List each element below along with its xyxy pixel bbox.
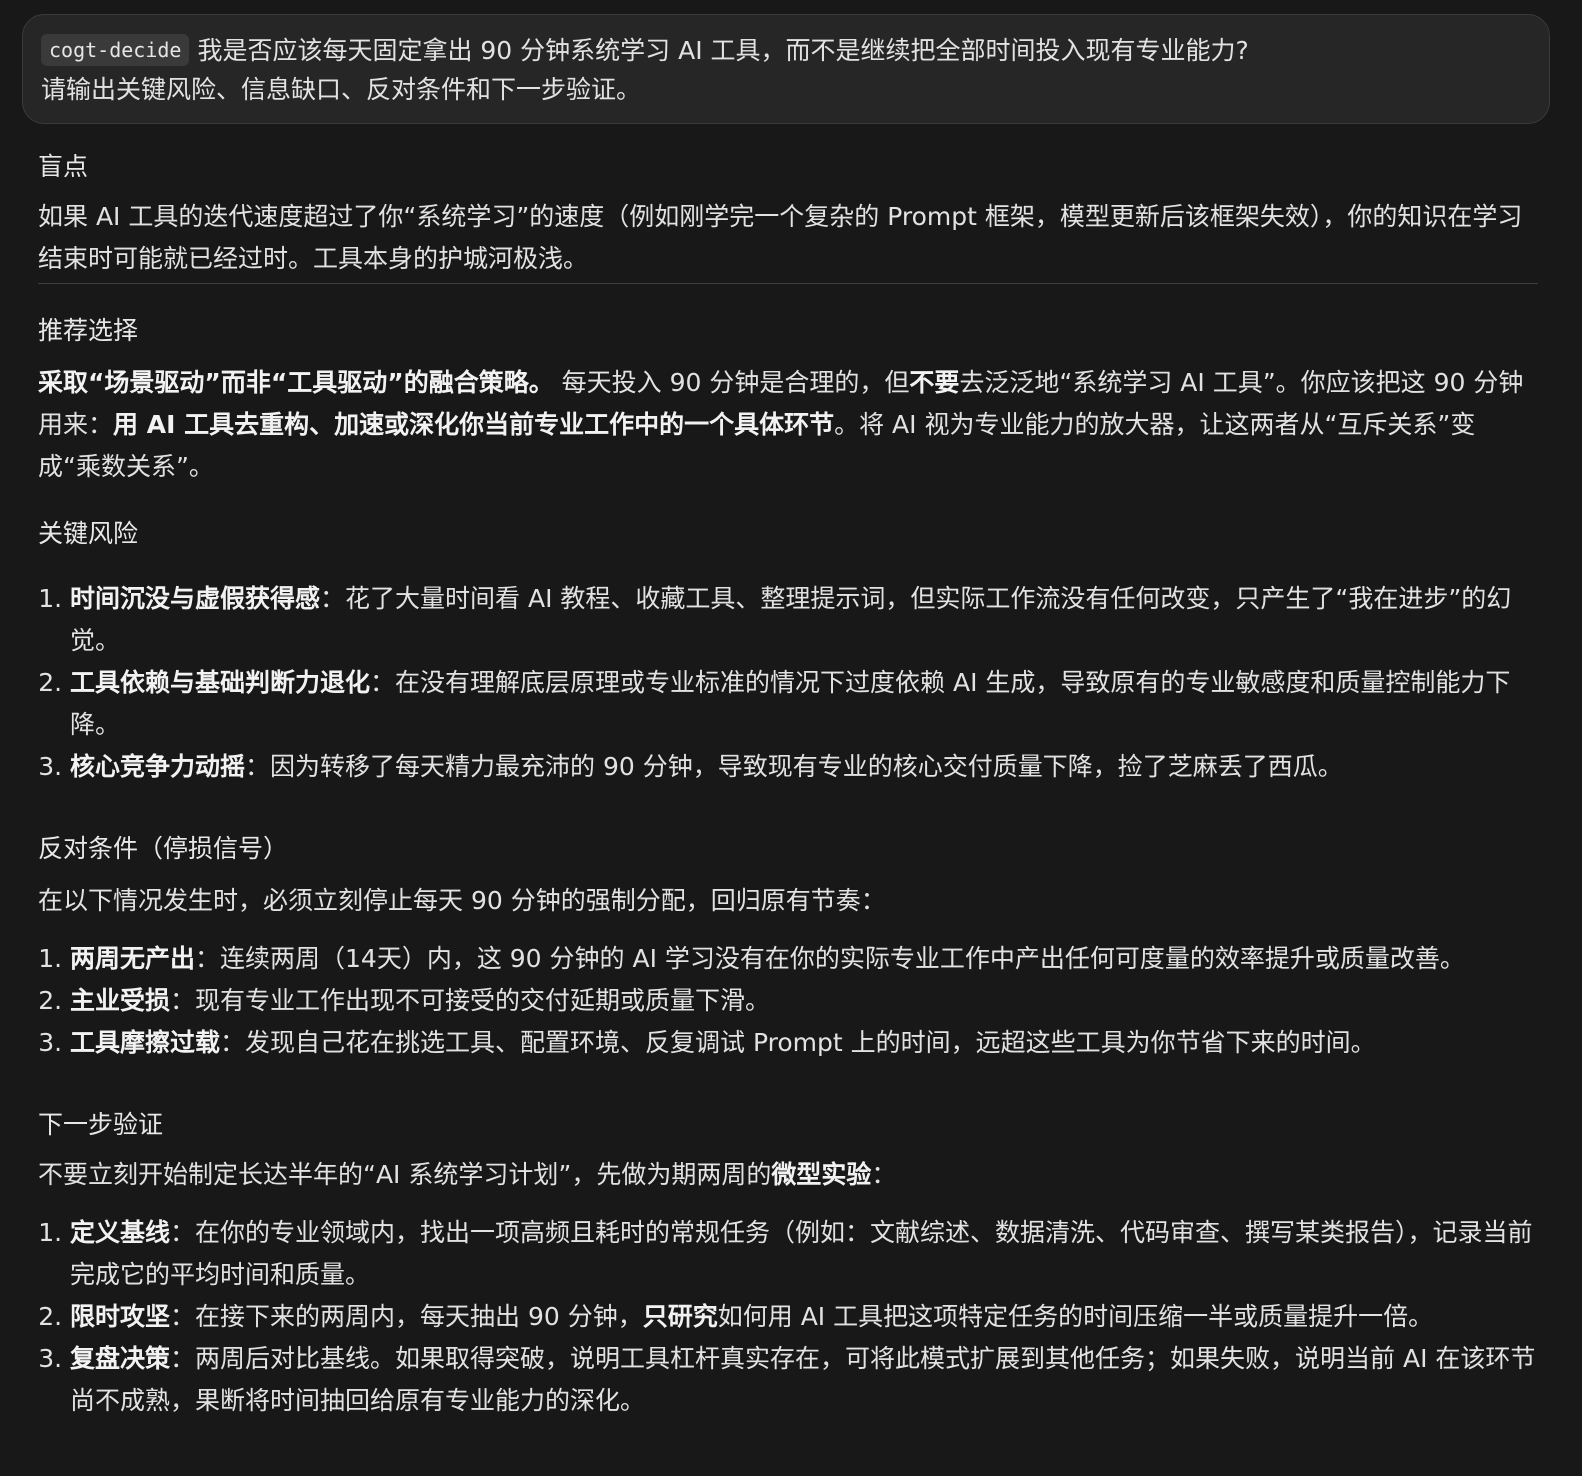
step-title: 定义基线 bbox=[70, 1218, 171, 1247]
next-intro-text: 不要立刻开始制定长达半年的“AI 系统学习计划”，先做为期两周的 bbox=[38, 1160, 772, 1189]
next-intro-bold: 微型实验 bbox=[771, 1160, 872, 1189]
step-text: ：在接下来的两周内，每天抽出 90 分钟， bbox=[170, 1302, 643, 1331]
next-steps-list: 定义基线：在你的专业领域内，找出一项高频且耗时的常规任务（例如：文献综述、数据清… bbox=[38, 1212, 1538, 1422]
heading-recommendation: 推荐选择 bbox=[38, 316, 139, 345]
recommendation-bold-2: 不要 bbox=[909, 368, 960, 397]
list-item: 主业受损：现有专业工作出现不可接受的交付延期或质量下滑。 bbox=[70, 980, 1538, 1022]
section-recommendation: 推荐选择 采取“场景驱动”而非“工具驱动”的融合策略。 每天投入 90 分钟是合… bbox=[38, 310, 1538, 488]
assistant-response: 盲点 如果 AI 工具的迭代速度超过了你“系统学习”的速度（例如刚学完一个复杂的… bbox=[38, 146, 1538, 1422]
list-item: 限时攻坚：在接下来的两周内，每天抽出 90 分钟，只研究如何用 AI 工具把这项… bbox=[70, 1296, 1538, 1338]
list-item: 时间沉没与虚假获得感：花了大量时间看 AI 教程、收藏工具、整理提示词，但实际工… bbox=[70, 578, 1538, 662]
counter-text: ：现有专业工作出现不可接受的交付延期或质量下滑。 bbox=[170, 986, 771, 1015]
next-intro: 不要立刻开始制定长达半年的“AI 系统学习计划”，先做为期两周的微型实验： bbox=[38, 1154, 1538, 1196]
heading-blindspot: 盲点 bbox=[38, 152, 89, 181]
risk-list: 时间沉没与虚假获得感：花了大量时间看 AI 教程、收藏工具、整理提示词，但实际工… bbox=[38, 578, 1538, 788]
list-item: 定义基线：在你的专业领域内，找出一项高频且耗时的常规任务（例如：文献综述、数据清… bbox=[70, 1212, 1538, 1296]
list-item: 两周无产出：连续两周（14天）内，这 90 分钟的 AI 学习没有在你的实际专业… bbox=[70, 938, 1538, 980]
command-tag: cogt-decide bbox=[41, 34, 190, 66]
heading-counter-conditions: 反对条件（停损信号） bbox=[38, 834, 289, 863]
risk-title: 时间沉没与虚假获得感 bbox=[70, 584, 321, 613]
next-intro-colon: ： bbox=[871, 1160, 897, 1189]
step-text: ：在你的专业领域内，找出一项高频且耗时的常规任务（例如：文献综述、数据清洗、代码… bbox=[70, 1218, 1533, 1289]
counter-intro: 在以下情况发生时，必须立刻停止每天 90 分钟的强制分配，回归原有节奏： bbox=[38, 886, 886, 915]
step-text: ：两周后对比基线。如果取得突破，说明工具杠杆真实存在，可将此模式扩展到其他任务；… bbox=[70, 1344, 1536, 1415]
prompt-line-1: 我是否应该每天固定拿出 90 分钟系统学习 AI 工具，而不是继续把全部时间投入… bbox=[197, 36, 1249, 65]
section-blindspot: 盲点 如果 AI 工具的迭代速度超过了你“系统学习”的速度（例如刚学完一个复杂的… bbox=[38, 146, 1538, 280]
counter-title: 工具摩擦过载 bbox=[70, 1028, 221, 1057]
section-counter-conditions: 反对条件（停损信号） 在以下情况发生时，必须立刻停止每天 90 分钟的强制分配，… bbox=[38, 828, 1538, 1064]
prompt-line-2: 请输出关键风险、信息缺口、反对条件和下一步验证。 bbox=[41, 75, 642, 104]
section-next-steps: 下一步验证 不要立刻开始制定长达半年的“AI 系统学习计划”，先做为期两周的微型… bbox=[38, 1104, 1538, 1422]
risk-title: 工具依赖与基础判断力退化 bbox=[70, 668, 371, 697]
list-item: 核心竞争力动摇：因为转移了每天精力最充沛的 90 分钟，导致现有专业的核心交付质… bbox=[70, 746, 1538, 788]
list-item: 复盘决策：两周后对比基线。如果取得突破，说明工具杠杆真实存在，可将此模式扩展到其… bbox=[70, 1338, 1538, 1422]
recommendation-text-1: 每天投入 90 分钟是合理的，但 bbox=[553, 368, 910, 397]
recommendation-text: 采取“场景驱动”而非“工具驱动”的融合策略。 每天投入 90 分钟是合理的，但不… bbox=[38, 362, 1538, 488]
counter-text: ：连续两周（14天）内，这 90 分钟的 AI 学习没有在你的实际专业工作中产出… bbox=[195, 944, 1465, 973]
step-title: 复盘决策 bbox=[70, 1344, 171, 1373]
user-prompt-bubble: cogt-decide 我是否应该每天固定拿出 90 分钟系统学习 AI 工具，而… bbox=[22, 14, 1550, 124]
counter-title: 两周无产出 bbox=[70, 944, 196, 973]
list-item: 工具摩擦过载：发现自己花在挑选工具、配置环境、反复调试 Prompt 上的时间，… bbox=[70, 1022, 1538, 1064]
risk-text: ：因为转移了每天精力最充沛的 90 分钟，导致现有专业的核心交付质量下降，捡了芝… bbox=[245, 752, 1343, 781]
recommendation-bold-3: 用 AI 工具去重构、加速或深化你当前专业工作中的一个具体环节 bbox=[113, 410, 835, 439]
step-title: 限时攻坚 bbox=[70, 1302, 171, 1331]
divider bbox=[38, 283, 1538, 284]
heading-next-steps: 下一步验证 bbox=[38, 1110, 164, 1139]
risk-title: 核心竞争力动摇 bbox=[70, 752, 246, 781]
step-text-post: 如何用 AI 工具把这项特定任务的时间压缩一半或质量提升一倍。 bbox=[717, 1302, 1434, 1331]
counter-text: ：发现自己花在挑选工具、配置环境、反复调试 Prompt 上的时间，远超这些工具… bbox=[220, 1028, 1376, 1057]
section-risks: 关键风险 时间沉没与虚假获得感：花了大量时间看 AI 教程、收藏工具、整理提示词… bbox=[38, 513, 1538, 788]
step-bold: 只研究 bbox=[642, 1302, 718, 1331]
counter-title: 主业受损 bbox=[70, 986, 171, 1015]
blindspot-text: 如果 AI 工具的迭代速度超过了你“系统学习”的速度（例如刚学完一个复杂的 Pr… bbox=[38, 202, 1523, 273]
heading-risks: 关键风险 bbox=[38, 519, 139, 548]
counter-list: 两周无产出：连续两周（14天）内，这 90 分钟的 AI 学习没有在你的实际专业… bbox=[38, 938, 1538, 1064]
recommendation-lead: 采取“场景驱动”而非“工具驱动”的融合策略。 bbox=[38, 368, 554, 397]
list-item: 工具依赖与基础判断力退化：在没有理解底层原理或专业标准的情况下过度依赖 AI 生… bbox=[70, 662, 1538, 746]
